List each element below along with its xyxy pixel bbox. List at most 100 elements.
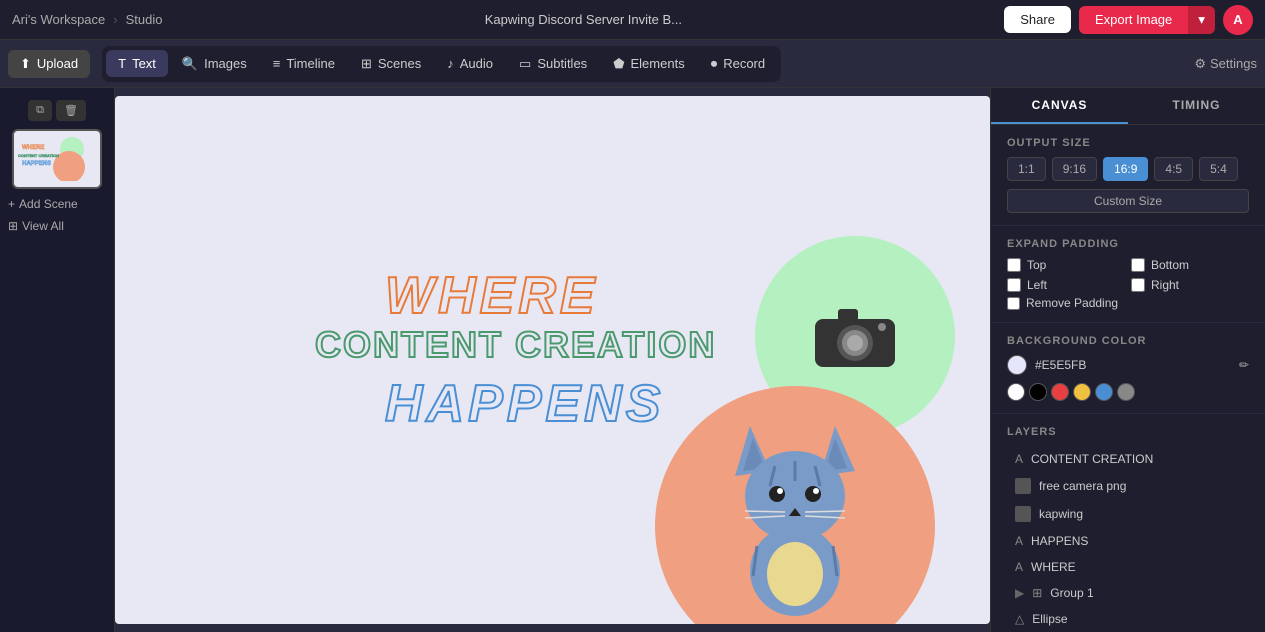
left-sidebar: ⧉ 🗑 WHERE CONTENT CREATION HAPPENS + Add… bbox=[0, 88, 115, 632]
toolbar-item-elements[interactable]: ⬟ Elements bbox=[601, 50, 697, 78]
layer-kapwing[interactable]: kapwing bbox=[1007, 500, 1249, 528]
layer-free-camera-png[interactable]: free camera png bbox=[1007, 472, 1249, 500]
settings-link[interactable]: ⚙ Settings bbox=[1194, 56, 1257, 72]
remove-padding-checkbox[interactable] bbox=[1007, 297, 1020, 310]
color-preset-red[interactable] bbox=[1051, 383, 1069, 401]
layer-kapwing-label: kapwing bbox=[1039, 507, 1083, 521]
edit-color-icon[interactable]: ✏ bbox=[1239, 358, 1249, 372]
toolbar-item-images[interactable]: 🔍 Images bbox=[170, 50, 259, 78]
settings-icon: ⚙ bbox=[1194, 56, 1206, 72]
canvas-area: WHERE CONTENT CREATION HAPPENS bbox=[115, 88, 990, 632]
canvas-text-where[interactable]: WHERE bbox=[385, 266, 599, 326]
export-button-group: Export Image ▾ bbox=[1079, 6, 1215, 34]
audio-icon: ♪ bbox=[447, 56, 454, 71]
settings-label: Settings bbox=[1210, 56, 1257, 71]
layer-image-icon bbox=[1015, 478, 1031, 494]
toolbar-item-record[interactable]: ⏺ Record bbox=[699, 50, 777, 78]
remove-padding-option[interactable]: Remove Padding bbox=[1007, 296, 1249, 310]
toolbar-item-text[interactable]: T Text bbox=[106, 50, 168, 77]
layer-happens[interactable]: A HAPPENS bbox=[1007, 528, 1249, 554]
padding-bottom-checkbox[interactable] bbox=[1131, 258, 1145, 272]
bg-color-swatch[interactable] bbox=[1007, 355, 1027, 375]
size-4-5[interactable]: 4:5 bbox=[1154, 157, 1193, 181]
layer-ellipse1[interactable]: △ Ellipse bbox=[1007, 606, 1249, 632]
images-icon: 🔍 bbox=[182, 56, 198, 72]
tab-timing[interactable]: TIMING bbox=[1128, 88, 1265, 124]
view-all-button[interactable]: ⊞ View All bbox=[8, 219, 106, 233]
bg-color-hex: #E5E5FB bbox=[1035, 358, 1231, 372]
expand-padding-section: EXPAND PADDING Top Bottom Left Right bbox=[991, 226, 1265, 323]
share-button[interactable]: Share bbox=[1004, 6, 1071, 33]
canvas[interactable]: WHERE CONTENT CREATION HAPPENS bbox=[115, 96, 990, 624]
timeline-icon: ≡ bbox=[273, 56, 281, 71]
workspace-link[interactable]: Ari's Workspace bbox=[12, 12, 105, 27]
remove-padding-label: Remove Padding bbox=[1026, 296, 1118, 310]
output-size-label: OUTPUT SIZE bbox=[1007, 137, 1249, 149]
padding-bottom-option[interactable]: Bottom bbox=[1131, 258, 1249, 272]
text-icon: T bbox=[118, 56, 126, 71]
padding-top-option[interactable]: Top bbox=[1007, 258, 1125, 272]
expand-padding-label: EXPAND PADDING bbox=[1007, 238, 1249, 250]
upload-button[interactable]: ⬆ Upload bbox=[8, 50, 90, 78]
size-1-1[interactable]: 1:1 bbox=[1007, 157, 1046, 181]
view-all-label: View All bbox=[22, 219, 64, 233]
images-label: Images bbox=[204, 56, 247, 71]
top-bar-actions: Share Export Image ▾ A bbox=[1004, 5, 1253, 35]
background-color-section: BACKGROUND COLOR #E5E5FB ✏ bbox=[991, 323, 1265, 414]
padding-left-option[interactable]: Left bbox=[1007, 278, 1125, 292]
toolbar-item-subtitles[interactable]: ▭ Subtitles bbox=[507, 50, 599, 78]
color-presets bbox=[1007, 383, 1249, 401]
layer-group1-label: Group 1 bbox=[1050, 586, 1093, 600]
toolbar-item-timeline[interactable]: ≡ Timeline bbox=[261, 50, 347, 77]
layer-text-icon: A bbox=[1015, 452, 1023, 466]
toolbar-item-scenes[interactable]: ⊞ Scenes bbox=[349, 50, 433, 78]
background-color-label: BACKGROUND COLOR bbox=[1007, 335, 1249, 347]
output-size-section: OUTPUT SIZE 1:1 9:16 16:9 4:5 5:4 Custom… bbox=[991, 125, 1265, 226]
size-5-4[interactable]: 5:4 bbox=[1199, 157, 1238, 181]
camera-icon bbox=[810, 299, 900, 374]
copy-scene-button[interactable]: ⧉ bbox=[28, 100, 52, 121]
padding-left-checkbox[interactable] bbox=[1007, 278, 1021, 292]
layer-ellipse1-icon: △ bbox=[1015, 612, 1024, 626]
padding-right-checkbox[interactable] bbox=[1131, 278, 1145, 292]
color-preset-yellow[interactable] bbox=[1073, 383, 1091, 401]
layer-group-chevron: ▶ bbox=[1015, 586, 1024, 600]
toolbar-item-audio[interactable]: ♪ Audio bbox=[435, 50, 505, 77]
color-preset-black[interactable] bbox=[1029, 383, 1047, 401]
layer-ellipse1-label: Ellipse bbox=[1032, 612, 1067, 626]
add-scene-button[interactable]: + Add Scene bbox=[8, 197, 106, 211]
color-preset-white[interactable] bbox=[1007, 383, 1025, 401]
upload-icon: ⬆ bbox=[20, 56, 31, 72]
layer-where[interactable]: A WHERE bbox=[1007, 554, 1249, 580]
add-scene-label: Add Scene bbox=[19, 197, 78, 211]
text-label: Text bbox=[132, 56, 156, 71]
canvas-text-happens[interactable]: HAPPENS bbox=[385, 374, 664, 434]
user-avatar[interactable]: A bbox=[1223, 5, 1253, 35]
canvas-text-content-creation[interactable]: CONTENT CREATION bbox=[315, 324, 716, 366]
delete-scene-button[interactable]: 🗑 bbox=[56, 100, 86, 121]
breadcrumb: Ari's Workspace › Studio bbox=[12, 12, 163, 27]
layer-group1[interactable]: ▶ ⊞ Group 1 bbox=[1007, 580, 1249, 606]
layer-where-icon: A bbox=[1015, 560, 1023, 574]
layers-section: LAYERS A CONTENT CREATION free camera pn… bbox=[991, 414, 1265, 632]
toolbar-items: T Text 🔍 Images ≡ Timeline ⊞ Scenes ♪ Au… bbox=[102, 46, 781, 82]
main-content: ⧉ 🗑 WHERE CONTENT CREATION HAPPENS + Add… bbox=[0, 88, 1265, 632]
upload-label: Upload bbox=[37, 56, 78, 71]
export-dropdown-button[interactable]: ▾ bbox=[1188, 6, 1215, 34]
layer-content-creation[interactable]: A CONTENT CREATION bbox=[1007, 446, 1249, 472]
color-preset-gray[interactable] bbox=[1117, 383, 1135, 401]
padding-top-label: Top bbox=[1027, 258, 1046, 272]
padding-top-checkbox[interactable] bbox=[1007, 258, 1021, 272]
right-panel: CANVAS TIMING OUTPUT SIZE 1:1 9:16 16:9 … bbox=[990, 88, 1265, 632]
padding-right-option[interactable]: Right bbox=[1131, 278, 1249, 292]
cat-character[interactable] bbox=[715, 416, 875, 621]
record-icon: ⏺ bbox=[711, 56, 718, 72]
size-9-16[interactable]: 9:16 bbox=[1052, 157, 1097, 181]
scene-thumbnail[interactable]: WHERE CONTENT CREATION HAPPENS bbox=[12, 129, 102, 189]
tab-canvas[interactable]: CANVAS bbox=[991, 88, 1128, 124]
export-image-button[interactable]: Export Image bbox=[1079, 6, 1188, 34]
custom-size-button[interactable]: Custom Size bbox=[1007, 189, 1249, 213]
size-16-9[interactable]: 16:9 bbox=[1103, 157, 1148, 181]
layer-free-camera-label: free camera png bbox=[1039, 479, 1126, 493]
color-preset-blue[interactable] bbox=[1095, 383, 1113, 401]
